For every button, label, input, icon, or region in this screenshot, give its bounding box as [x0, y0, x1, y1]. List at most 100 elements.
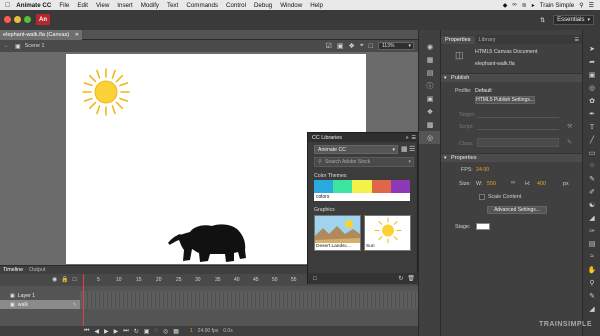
outline-icon[interactable]: □ [73, 277, 77, 283]
current-frame[interactable]: 1 [190, 328, 193, 334]
transform-icon[interactable]: ▣ [419, 92, 441, 105]
playhead[interactable] [83, 274, 84, 326]
menu-view[interactable]: View [96, 2, 109, 9]
tab-timeline[interactable]: Timeline [3, 267, 23, 273]
color-swatch[interactable] [352, 180, 372, 193]
color-swatch[interactable] [314, 180, 334, 193]
menu-debug[interactable]: Debug [254, 2, 272, 9]
align-icon[interactable]: ▤ [419, 66, 441, 79]
sync-icon[interactable]: ↻ [398, 275, 403, 282]
library-dropdown[interactable]: Animate CC ▾ [314, 145, 398, 154]
section-publish[interactable]: ▾ Publish [441, 73, 583, 82]
text-tool-icon[interactable]: T [583, 120, 600, 133]
free-transform-tool-icon[interactable]: ▣ [583, 68, 600, 81]
width-value[interactable]: 550 [487, 181, 496, 187]
color-theme-swatches[interactable] [314, 180, 411, 193]
height-value[interactable]: 400 [537, 181, 546, 187]
profile-value[interactable]: Default [475, 88, 492, 94]
dropbox-icon[interactable]: ◆ [503, 2, 508, 9]
tab-properties[interactable]: Properties [441, 35, 475, 44]
first-frame-icon[interactable]: ⏮ [84, 328, 89, 335]
back-arrow-icon[interactable]: ← [4, 43, 10, 49]
sync-icon[interactable]: ⇅ [540, 17, 545, 24]
grid-view-icon[interactable]: ▦ [401, 145, 408, 153]
lasso-tool-icon[interactable]: ✿ [583, 94, 600, 107]
add-asset-icon[interactable]: □ [313, 276, 317, 282]
menu-text[interactable]: Text [167, 2, 178, 9]
eyedropper-tool-icon[interactable]: ✑ [583, 224, 600, 237]
stock-search-input[interactable]: ⚲ Search Adobe Stock ▾ [314, 157, 414, 167]
brush-tool-icon[interactable]: ✐ [583, 185, 600, 198]
list-view-icon[interactable]: ☰ [409, 145, 415, 153]
zoom-tool-icon[interactable]: ⚲ [583, 276, 600, 289]
collapse-icon[interactable]: » [406, 135, 409, 141]
tab-output[interactable]: Output [29, 267, 45, 273]
line-tool-icon[interactable]: ╱ [583, 133, 600, 146]
menu-modify[interactable]: Modify [141, 2, 159, 9]
cc-libraries-icon[interactable]: ◎ [419, 131, 441, 144]
pencil-tool-icon[interactable]: ✎ [583, 172, 600, 185]
3d-rotation-tool-icon[interactable]: ◎ [583, 81, 600, 94]
menu-help[interactable]: Help [310, 2, 323, 9]
cc-libraries-titlebar[interactable]: CC Libraries » ☰ [308, 133, 419, 142]
eraser-tool-icon[interactable]: ▤ [583, 237, 600, 250]
step-forward-icon[interactable]: ▶ [114, 328, 119, 335]
layer-row-selected[interactable]: ▣ walk ✎ [0, 300, 80, 309]
fill-color-icon[interactable]: ◢ [583, 302, 600, 315]
menu-file[interactable]: File [59, 2, 69, 9]
pen-tool-icon[interactable]: ✒ [583, 107, 600, 120]
eye-icon[interactable]: ◉ [52, 276, 57, 283]
menu-insert[interactable]: Insert [117, 2, 132, 9]
oval-tool-icon[interactable]: ○ [583, 159, 600, 172]
bone-tool-icon[interactable]: ☯ [583, 198, 600, 211]
menu-control[interactable]: Control [226, 2, 246, 9]
link-icon[interactable]: ∞ [511, 180, 515, 186]
clip-content-icon[interactable]: □ [369, 43, 373, 50]
color-swatch[interactable] [333, 180, 353, 193]
onion-outline-icon[interactable]: ◎ [163, 328, 168, 335]
layer-frames[interactable] [80, 300, 418, 309]
creative-cloud-icon[interactable]: ∞ [512, 2, 516, 8]
publish-settings-button[interactable]: HTML5 Publish Settings... [475, 96, 535, 104]
color-swatch[interactable] [371, 180, 391, 193]
menu-app-name[interactable]: Animate CC [16, 2, 51, 9]
frame-rate[interactable]: 24.00 fps [198, 328, 219, 334]
menu-list-icon[interactable]: ☰ [589, 2, 594, 9]
layer-row[interactable]: ▣ Layer 1 [0, 291, 80, 300]
elephant-graphic[interactable] [168, 222, 250, 266]
zoom-dropdown[interactable]: 113% ▾ [378, 42, 414, 50]
color-theme-name[interactable]: colors [314, 193, 410, 201]
edit-multiple-icon[interactable]: ▦ [173, 328, 179, 335]
menu-commands[interactable]: Commands [186, 2, 218, 9]
close-window-icon[interactable] [4, 16, 11, 23]
color-swatch[interactable] [390, 180, 411, 193]
scale-content-checkbox[interactable] [479, 194, 485, 200]
onion-skin-icon[interactable]: ◌ [154, 328, 158, 334]
camera-icon[interactable]: ☑ [326, 42, 332, 50]
rectangle-tool-icon[interactable]: ▭ [583, 146, 600, 159]
paint-bucket-tool-icon[interactable]: ◢ [583, 211, 600, 224]
wifi-icon[interactable]: ≋ [522, 2, 527, 9]
volume-icon[interactable]: ▸ [532, 2, 535, 9]
components-icon[interactable]: ❖ [419, 105, 441, 118]
sun-graphic[interactable] [80, 66, 132, 118]
layer-frames[interactable] [80, 291, 418, 300]
graphic-card-sun[interactable]: Sun [364, 215, 411, 251]
tab-library[interactable]: Library [475, 36, 500, 44]
trash-icon[interactable]: 🗑 [407, 275, 415, 282]
menu-edit[interactable]: Edit [77, 2, 88, 9]
panel-menu-icon[interactable]: ☰ [575, 37, 579, 43]
panel-menu-icon[interactable]: ☰ [412, 135, 416, 141]
subselection-tool-icon[interactable]: ➦ [583, 55, 600, 68]
width-tool-icon[interactable]: ≈ [583, 250, 600, 263]
workspace-dropdown[interactable]: Essentials ▾ [553, 15, 594, 25]
zoom-window-icon[interactable] [24, 16, 31, 23]
play-icon[interactable]: ▶ [104, 328, 109, 335]
step-back-icon[interactable]: ◀ [94, 328, 99, 335]
advanced-settings-button[interactable]: Advanced Settings... [487, 206, 547, 214]
fps-value[interactable]: 24.00 [476, 167, 489, 173]
info-icon[interactable]: ⓘ [419, 79, 441, 92]
scene-name[interactable]: Scene 1 [25, 43, 45, 49]
stage-color-swatch[interactable] [476, 223, 490, 230]
workspace-switcher[interactable]: ⇅ Essentials ▾ [540, 15, 594, 25]
